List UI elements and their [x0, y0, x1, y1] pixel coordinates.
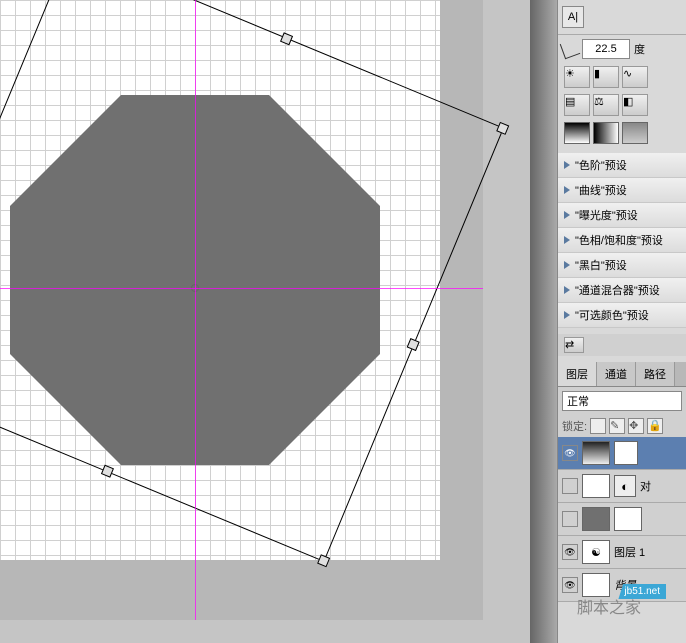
gradient-swatch-2[interactable] [593, 122, 619, 144]
transform-bounding-box[interactable] [0, 0, 504, 562]
layer-name: 对 [640, 478, 651, 494]
preset-selective-color[interactable]: "可选颜色"预设 [558, 303, 686, 328]
blend-mode-row: 正常 [558, 387, 686, 415]
lock-all-icon[interactable]: 🔒 [647, 418, 663, 434]
guide-vertical[interactable] [195, 0, 196, 620]
layer-thumb[interactable] [582, 507, 610, 531]
brightness-icon[interactable]: ☀ [564, 66, 590, 88]
chevron-right-icon [564, 286, 570, 294]
layer-row[interactable]: 👁 ☯ 图层 1 [558, 536, 686, 569]
transform-handle-t[interactable] [280, 32, 293, 45]
link-icon[interactable]: ⇄ [564, 337, 584, 353]
adjustment-icons-row-1: ☀ ▮ ∿ [558, 63, 686, 91]
preset-label: "曝光度"预设 [575, 207, 638, 223]
transform-handle-tr[interactable] [496, 122, 509, 135]
panel-tabs: 图层 通道 路径 [558, 362, 686, 387]
guide-horizontal[interactable] [0, 288, 483, 289]
layer-thumb[interactable]: ☯ [582, 540, 610, 564]
angle-icon [560, 39, 581, 60]
gradient-swatch-3[interactable] [622, 122, 648, 144]
chevron-right-icon [564, 161, 570, 169]
lock-transparent-icon[interactable] [590, 418, 606, 434]
adjustment-layer-icon[interactable]: ◐ [614, 475, 636, 497]
chevron-right-icon [564, 236, 570, 244]
tab-layers[interactable]: 图层 [558, 362, 597, 386]
preset-label: "曲线"预设 [575, 182, 627, 198]
layers-panel: 图层 通道 路径 正常 锁定: ✎ ✥ 🔒 👁 ◐ 对 [558, 362, 686, 602]
gradient-swatch-1[interactable] [564, 122, 590, 144]
preset-label: "通道混合器"预设 [575, 282, 660, 298]
chevron-right-icon [564, 311, 570, 319]
preset-levels[interactable]: "色阶"预设 [558, 153, 686, 178]
visibility-icon[interactable]: 👁 [562, 445, 578, 461]
artboard [0, 0, 440, 560]
rotate-options: 度 [558, 35, 686, 63]
layer-name: 图层 1 [614, 544, 645, 560]
preset-hue-sat[interactable]: "色相/饱和度"预设 [558, 228, 686, 253]
font-label: A| [568, 11, 578, 23]
right-panel: A| 度 ☀ ▮ ∿ ▤ ⚖ ◧ "色阶"预设 "曲线"预设 "曝光度"预设 "… [557, 0, 686, 643]
layer-mask-thumb[interactable] [614, 441, 638, 465]
transform-handle-br[interactable] [317, 554, 330, 567]
chevron-right-icon [564, 186, 570, 194]
tab-paths[interactable]: 路径 [636, 362, 675, 386]
visibility-icon[interactable] [562, 511, 578, 527]
balance-icon[interactable]: ⚖ [593, 94, 619, 116]
chevron-right-icon [564, 261, 570, 269]
preset-label: "色阶"预设 [575, 157, 627, 173]
preset-exposure[interactable]: "曝光度"预设 [558, 203, 686, 228]
curves-icon[interactable]: ∿ [622, 66, 648, 88]
layer-thumb[interactable] [582, 441, 610, 465]
preset-bw[interactable]: "黑白"预设 [558, 253, 686, 278]
watermark-text: 脚本之家 [577, 594, 641, 618]
visibility-icon[interactable]: 👁 [562, 544, 578, 560]
mini-toolbar: ⇄ [558, 334, 686, 356]
preset-label: "可选颜色"预设 [575, 307, 649, 323]
preset-channel-mixer[interactable]: "通道混合器"预设 [558, 278, 686, 303]
font-icon[interactable]: A| [562, 6, 584, 28]
hue-icon[interactable]: ▤ [564, 94, 590, 116]
preset-label: "色相/饱和度"预设 [575, 232, 663, 248]
lock-move-icon[interactable]: ✥ [628, 418, 644, 434]
text-tool-row: A| [558, 0, 686, 35]
canvas-area[interactable] [0, 0, 483, 620]
lock-label: 锁定: [562, 418, 587, 434]
transform-handle-b[interactable] [101, 465, 114, 478]
layer-row[interactable] [558, 503, 686, 536]
layer-row[interactable]: ◐ 对 [558, 470, 686, 503]
doc-shadow [530, 0, 557, 643]
layer-thumb[interactable] [582, 474, 610, 498]
lock-paint-icon[interactable]: ✎ [609, 418, 625, 434]
bw-icon[interactable]: ◧ [622, 94, 648, 116]
preset-label: "黑白"预设 [575, 257, 627, 273]
levels-icon[interactable]: ▮ [593, 66, 619, 88]
rotate-unit: 度 [634, 41, 645, 57]
rotate-input[interactable] [582, 39, 630, 59]
gradient-samples [558, 119, 686, 147]
layer-mask-thumb[interactable] [614, 507, 642, 531]
visibility-icon[interactable]: 👁 [562, 577, 578, 593]
transform-handle-r[interactable] [407, 338, 420, 351]
layer-row[interactable]: 👁 [558, 437, 686, 470]
adjustment-icons-row-2: ▤ ⚖ ◧ [558, 91, 686, 119]
preset-curves[interactable]: "曲线"预设 [558, 178, 686, 203]
chevron-right-icon [564, 211, 570, 219]
visibility-icon[interactable] [562, 478, 578, 494]
lock-row: 锁定: ✎ ✥ 🔒 [558, 415, 686, 437]
presets-panel: "色阶"预设 "曲线"预设 "曝光度"预设 "色相/饱和度"预设 "黑白"预设 … [558, 153, 686, 328]
blend-mode-value: 正常 [567, 393, 589, 409]
layer-list: 👁 ◐ 对 👁 ☯ 图层 1 [558, 437, 686, 602]
blend-mode-select[interactable]: 正常 [562, 391, 682, 411]
tab-channels[interactable]: 通道 [597, 362, 636, 386]
